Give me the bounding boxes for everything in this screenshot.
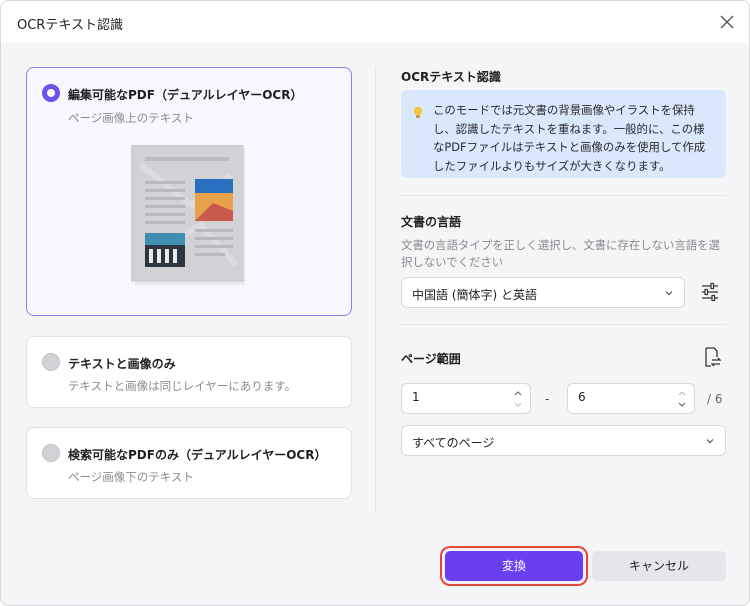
language-settings-icon[interactable] [698, 280, 722, 304]
range-separator: - [545, 392, 550, 406]
lightbulb-icon [413, 106, 423, 118]
convert-button[interactable]: 変換 [445, 551, 583, 581]
language-select-value: 中国語 (簡体字) と英語 [412, 288, 537, 302]
close-icon[interactable] [717, 12, 737, 32]
option-title: 編集可能なPDF（デュアルレイヤーOCR） [68, 88, 303, 102]
option-searchable-pdf[interactable]: 検索可能なPDFのみ（デュアルレイヤーOCR） ページ画像下のテキスト [26, 427, 352, 499]
ocr-heading: OCRテキスト認識 [401, 70, 501, 84]
ocr-dialog: OCRテキスト認識 編集可能なPDF（デュアルレイヤーOCR） ページ画像上のテ… [0, 0, 750, 606]
divider [401, 324, 726, 325]
page-range-heading: ページ範囲 [401, 352, 461, 366]
title-bar: OCRテキスト認識 [1, 1, 749, 43]
spinner-icon[interactable] [677, 388, 687, 410]
page-scope-value: すべてのページ [412, 436, 495, 450]
page-swap-icon[interactable] [699, 345, 723, 369]
option-subtitle: ページ画像下のテキスト [68, 470, 194, 484]
vertical-divider [375, 67, 376, 513]
page-to-value[interactable] [578, 390, 658, 404]
page-from-value[interactable] [412, 390, 492, 404]
document-preview-icon [131, 145, 245, 285]
chevron-down-icon [665, 291, 673, 296]
option-editable-pdf[interactable]: 編集可能なPDF（デュアルレイヤーOCR） ページ画像上のテキスト [26, 67, 352, 316]
option-title: テキストと画像のみ [68, 357, 176, 371]
chevron-down-icon [706, 439, 714, 444]
radio-searchable-pdf[interactable] [42, 444, 60, 462]
page-scope-select[interactable]: すべてのページ [401, 425, 726, 456]
option-text-image-only[interactable]: テキストと画像のみ テキストと画像は同じレイヤーにあります。 [26, 336, 352, 408]
page-from-input[interactable] [401, 383, 531, 414]
spinner-icon[interactable] [513, 388, 523, 410]
option-subtitle: テキストと画像は同じレイヤーにあります。 [68, 379, 297, 393]
page-to-input[interactable] [567, 383, 695, 414]
dialog-title: OCRテキスト認識 [17, 18, 123, 33]
radio-text-image-only[interactable] [42, 353, 60, 371]
cancel-button[interactable]: キャンセル [592, 551, 726, 581]
info-text: このモードでは元文書の背景画像やイラストを保持し、認識したテキストを重ねます。一… [433, 103, 706, 173]
radio-editable-pdf[interactable] [42, 84, 60, 102]
language-description: 文書の言語タイプを正しく選択し、文書に存在しない言語を選択しないでください [401, 238, 720, 269]
option-subtitle: ページ画像上のテキスト [68, 111, 194, 125]
divider [401, 195, 726, 196]
page-total: / 6 [707, 392, 723, 406]
option-title: 検索可能なPDFのみ（デュアルレイヤーOCR） [68, 448, 327, 462]
info-box: このモードでは元文書の背景画像やイラストを保持し、認識したテキストを重ねます。一… [401, 90, 726, 178]
language-select[interactable]: 中国語 (簡体字) と英語 [401, 277, 685, 308]
language-heading: 文書の言語 [401, 215, 462, 229]
